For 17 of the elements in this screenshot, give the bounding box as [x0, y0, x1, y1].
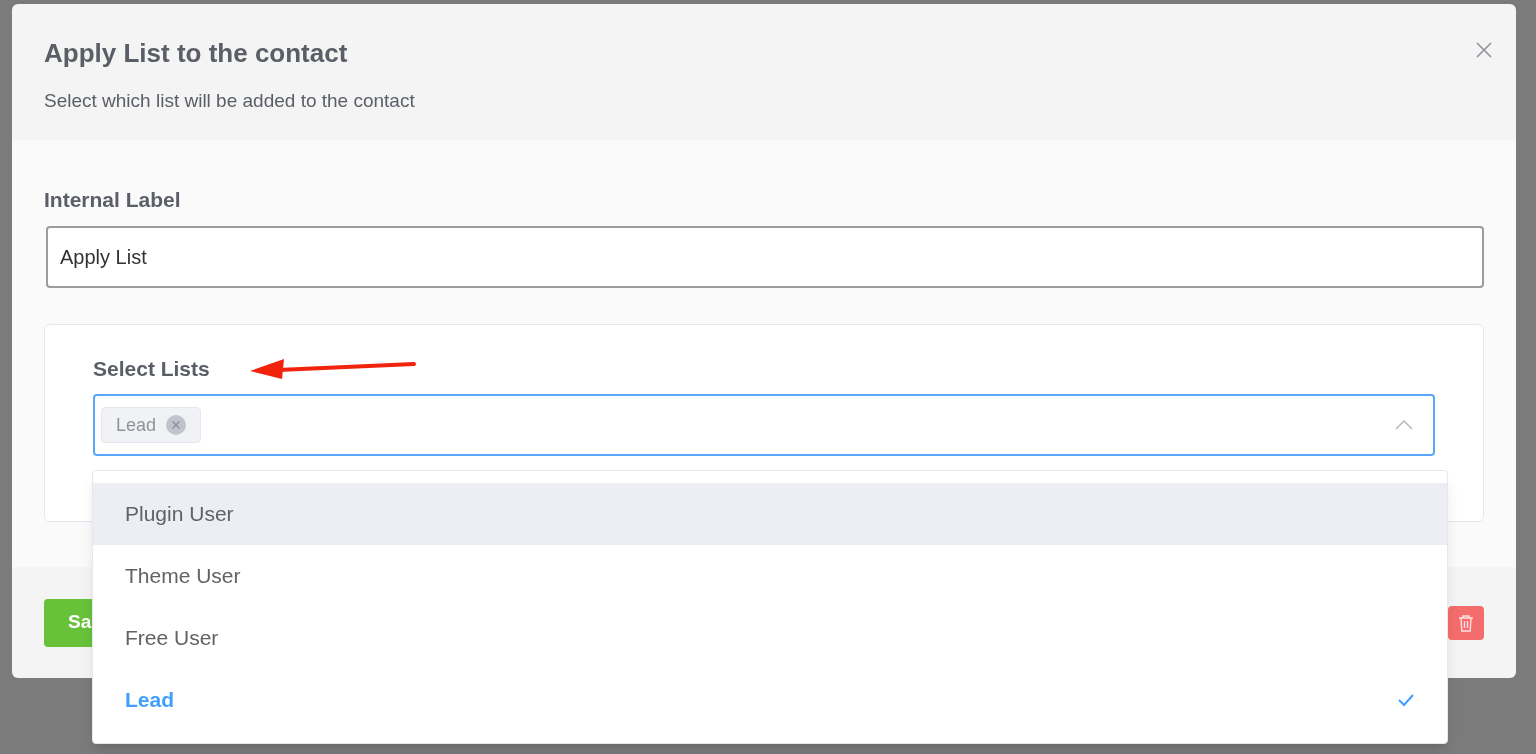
tag-label: Lead [116, 413, 157, 437]
multi-select[interactable]: Lead [93, 394, 1435, 456]
input-field[interactable]: Apply List [46, 225, 1484, 288]
dropdown-option[interactable]: Lead [93, 669, 1447, 731]
check-icon [1397, 693, 1415, 707]
close-button[interactable] [1474, 40, 1494, 60]
close-icon [1475, 41, 1493, 59]
modal-subtitle: Select which list will be added to the contact [44, 89, 416, 113]
field-label: Select Lists [93, 355, 210, 382]
dropdown-option[interactable]: Free User [93, 607, 1447, 669]
modal-title: Apply List to the contact [44, 37, 349, 70]
dropdown-option[interactable]: Theme User [93, 545, 1447, 607]
delete-button[interactable] [1448, 605, 1484, 640]
remove-icon[interactable] [166, 415, 187, 435]
field-label: Internal Label [44, 187, 182, 213]
dropdown-option[interactable]: Plugin User [93, 483, 1447, 545]
trash-icon [1458, 613, 1474, 632]
